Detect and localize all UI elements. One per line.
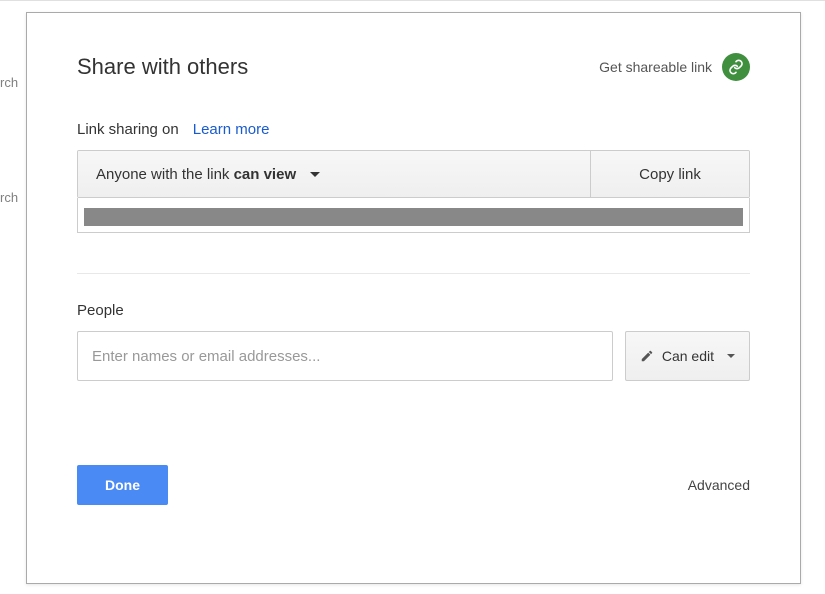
share-dialog: Share with others Get shareable link Lin… — [26, 12, 801, 584]
people-input-row: Can edit — [77, 331, 750, 381]
people-input[interactable] — [77, 331, 613, 381]
dialog-header: Share with others Get shareable link — [77, 53, 750, 81]
done-button[interactable]: Done — [77, 465, 168, 505]
link-controls-bar: Anyone with the link can view Copy link — [77, 150, 750, 198]
caret-down-icon — [727, 354, 735, 358]
link-scope-dropdown[interactable]: Anyone with the link can view — [78, 151, 591, 197]
get-shareable-link-button[interactable]: Get shareable link — [599, 53, 750, 81]
scope-text: Anyone with the link can view — [96, 166, 296, 183]
link-icon — [722, 53, 750, 81]
advanced-link[interactable]: Advanced — [688, 477, 750, 493]
bg-cell-fragment: rch — [0, 190, 18, 205]
share-url-box[interactable] — [77, 198, 750, 233]
link-sharing-status: Link sharing on — [77, 121, 179, 138]
shareable-link-label: Get shareable link — [599, 59, 712, 75]
learn-more-link[interactable]: Learn more — [193, 121, 270, 138]
dialog-footer: Done Advanced — [77, 465, 750, 505]
caret-down-icon — [310, 172, 320, 177]
copy-link-button[interactable]: Copy link — [591, 151, 749, 197]
people-section-label: People — [77, 302, 750, 319]
permission-label: Can edit — [662, 348, 714, 364]
pencil-icon — [640, 349, 654, 363]
bg-cell-fragment: rch — [0, 75, 18, 90]
section-divider — [77, 273, 750, 274]
link-sharing-status-row: Link sharing on Learn more — [77, 121, 750, 138]
permission-dropdown[interactable]: Can edit — [625, 331, 750, 381]
share-url-redacted — [84, 208, 743, 226]
dialog-title: Share with others — [77, 54, 248, 80]
